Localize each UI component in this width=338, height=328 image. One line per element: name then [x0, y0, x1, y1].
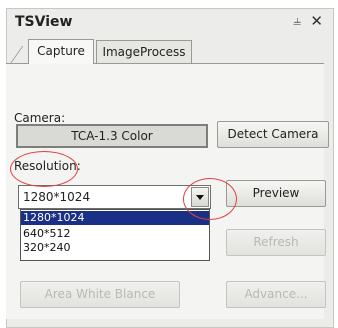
- panel-title: TSView: [15, 14, 73, 30]
- pin-icon[interactable]: ⫨: [293, 13, 301, 29]
- resolution-option[interactable]: 320*240: [21, 241, 209, 255]
- resolution-options-list: 1280*1024 640*512 320*240: [20, 209, 210, 261]
- area-white-balance-button[interactable]: Area White Blance: [20, 281, 180, 308]
- chevron-down-icon: [196, 195, 204, 200]
- camera-name-field: TCA-1.3 Color: [16, 124, 208, 148]
- camera-label: Camera:: [14, 111, 66, 125]
- resolution-option[interactable]: 1280*1024: [21, 211, 209, 225]
- tab-capture[interactable]: Capture: [28, 39, 94, 64]
- preview-button[interactable]: Preview: [226, 180, 326, 207]
- panel-titlebar: TSView ⫨ ✕: [7, 9, 333, 35]
- advance-button[interactable]: Advance...: [226, 281, 326, 308]
- tab-imageprocess[interactable]: ImageProcess: [96, 40, 192, 63]
- resolution-current-value: 1280*1024: [23, 190, 91, 204]
- resolution-label: Resolution:: [14, 159, 81, 173]
- dropdown-arrow-button[interactable]: [191, 187, 209, 207]
- resolution-option[interactable]: 640*512: [21, 227, 209, 241]
- close-icon[interactable]: ✕: [310, 12, 323, 30]
- refresh-button[interactable]: Refresh: [226, 229, 326, 256]
- detect-camera-button[interactable]: Detect Camera: [217, 121, 329, 148]
- resolution-dropdown[interactable]: 1280*1024: [18, 185, 211, 209]
